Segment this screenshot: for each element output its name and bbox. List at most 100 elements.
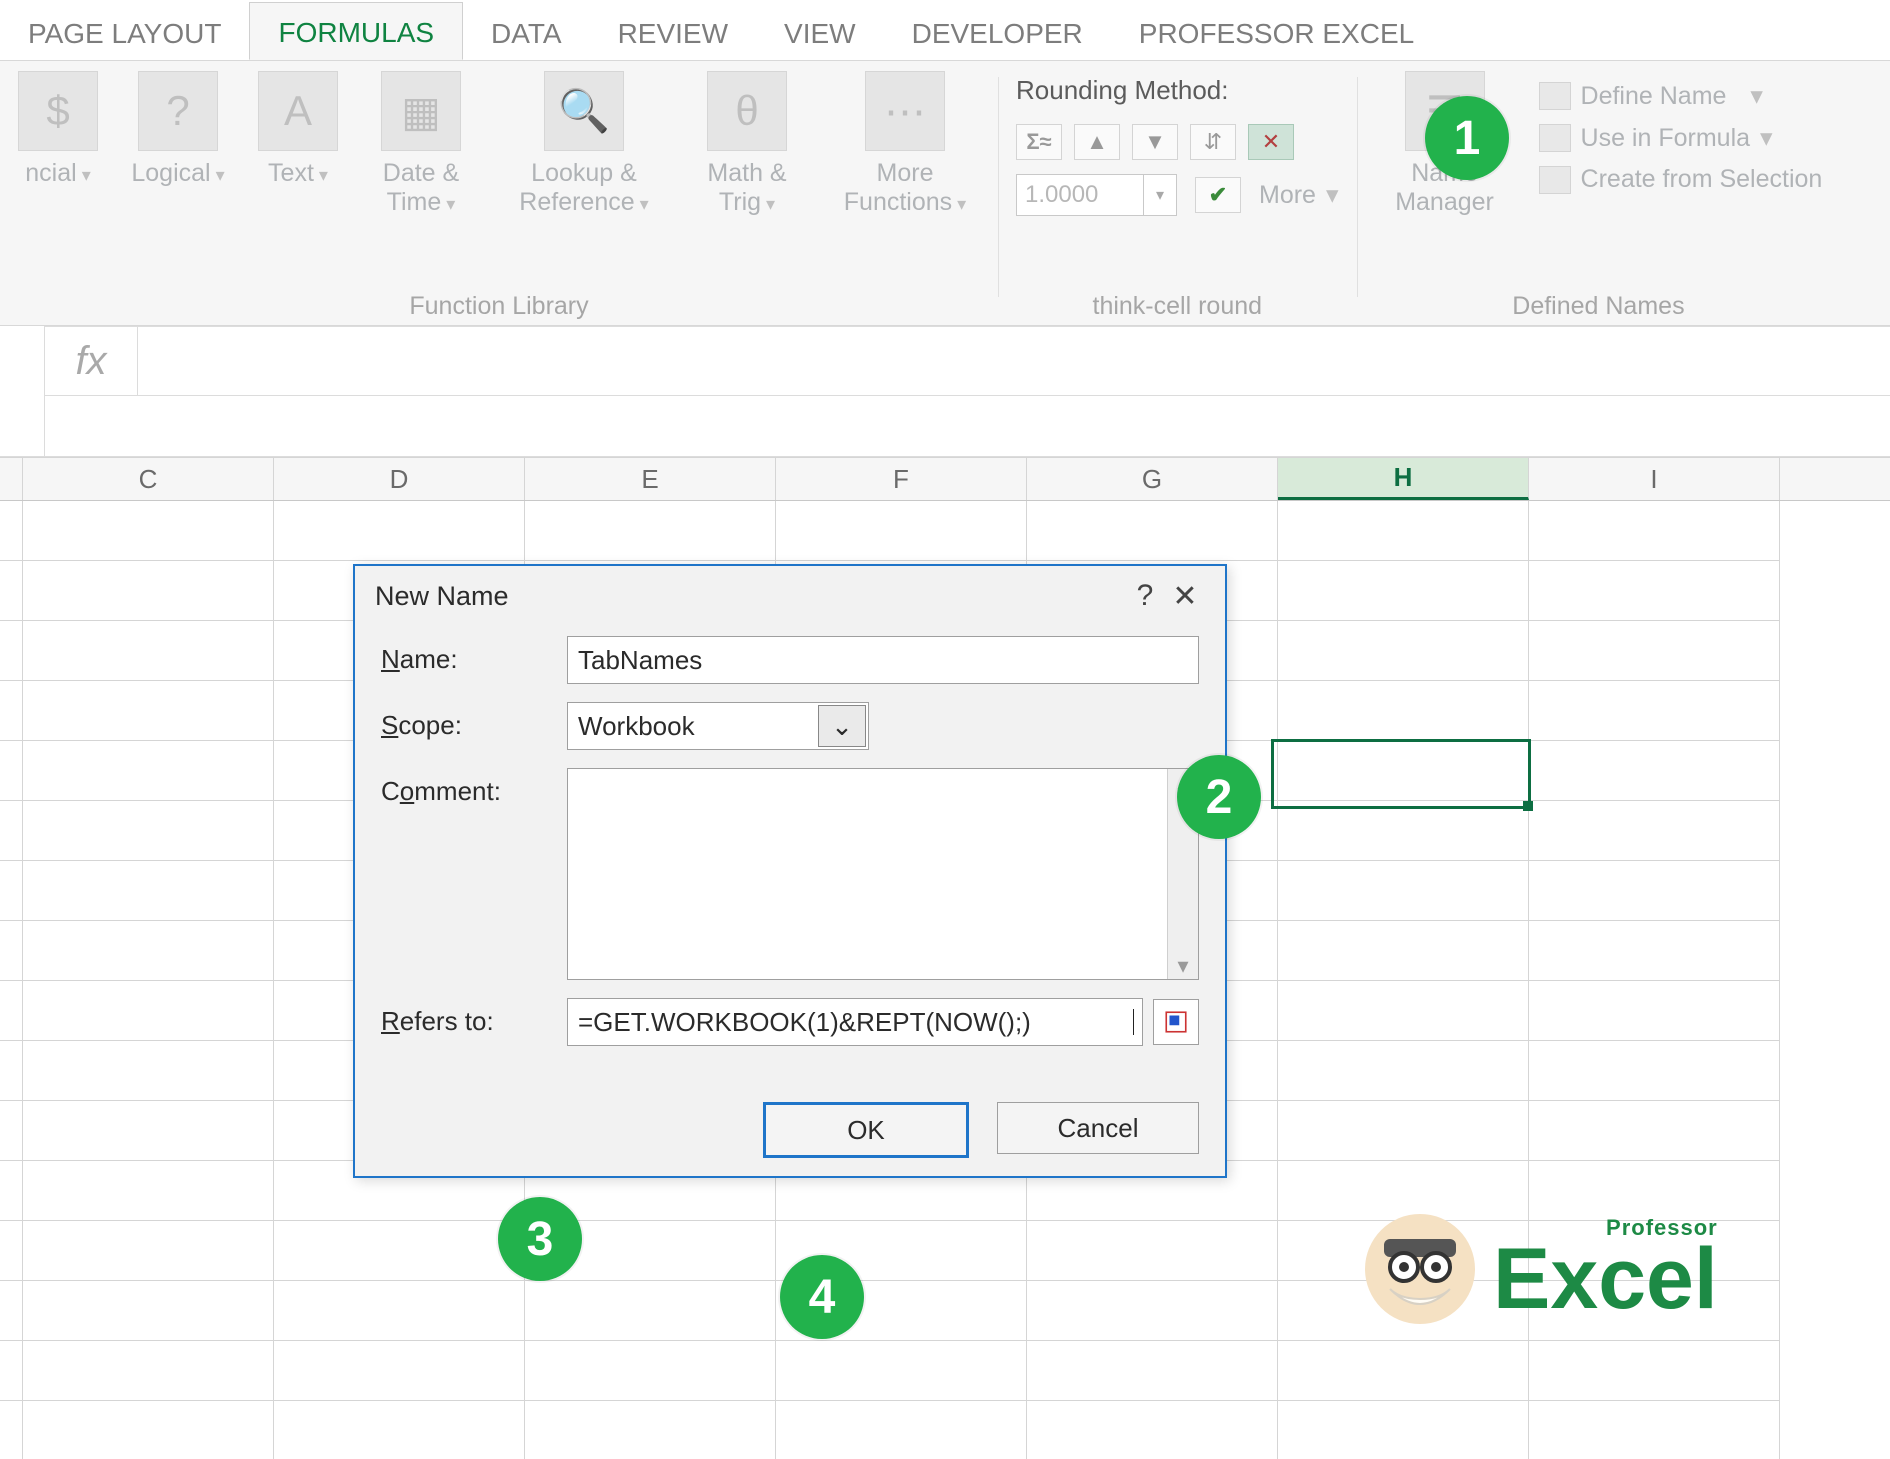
cell[interactable]: [1027, 1221, 1278, 1281]
cell[interactable]: [274, 501, 525, 561]
cell[interactable]: [23, 741, 274, 801]
cell[interactable]: [1278, 501, 1529, 561]
cell[interactable]: [525, 501, 776, 561]
cell[interactable]: [1529, 1161, 1780, 1221]
dialog-close-button[interactable]: ✕: [1165, 579, 1205, 614]
scope-select[interactable]: Workbook ⌄: [567, 702, 869, 750]
cell[interactable]: [23, 981, 274, 1041]
cell[interactable]: [1529, 801, 1780, 861]
dialog-titlebar[interactable]: New Name ? ✕: [355, 566, 1225, 626]
cell[interactable]: [23, 1221, 274, 1281]
rounding-precision-input[interactable]: [1017, 175, 1143, 215]
cell[interactable]: [274, 1401, 525, 1459]
cell[interactable]: [1529, 1341, 1780, 1401]
tab-formulas[interactable]: FORMULAS: [249, 2, 463, 60]
cell[interactable]: [776, 1401, 1027, 1459]
cell[interactable]: [274, 1221, 525, 1281]
comment-textarea[interactable]: ▴▾: [567, 768, 1199, 980]
col-H[interactable]: H: [1278, 458, 1529, 500]
range-picker-button[interactable]: [1153, 999, 1199, 1045]
tab-developer[interactable]: DEVELOPER: [884, 4, 1111, 60]
cell[interactable]: [1278, 921, 1529, 981]
cell[interactable]: [1278, 1041, 1529, 1101]
refers-to-input[interactable]: =GET.WORKBOOK(1)&REPT(NOW();): [567, 998, 1143, 1046]
cell[interactable]: [23, 681, 274, 741]
cell[interactable]: [525, 1281, 776, 1341]
cell[interactable]: [23, 921, 274, 981]
cell[interactable]: [23, 621, 274, 681]
cell[interactable]: [23, 1101, 274, 1161]
cell[interactable]: [274, 1281, 525, 1341]
cell[interactable]: [1278, 741, 1529, 801]
cell[interactable]: [23, 861, 274, 921]
cell[interactable]: [23, 1041, 274, 1101]
formula-input[interactable]: [138, 326, 1890, 396]
cell[interactable]: [23, 1341, 274, 1401]
more-functions-button[interactable]: ⋯ More Functions: [830, 71, 980, 217]
col-I[interactable]: I: [1529, 458, 1780, 500]
rounding-precision-combo[interactable]: ▾: [1016, 174, 1177, 216]
cell[interactable]: [1529, 741, 1780, 801]
cancel-button[interactable]: Cancel: [997, 1102, 1199, 1154]
dialog-help-button[interactable]: ?: [1125, 579, 1165, 613]
cell[interactable]: [1529, 501, 1780, 561]
cell[interactable]: [23, 1161, 274, 1221]
col-F[interactable]: F: [776, 458, 1027, 500]
cell[interactable]: [1529, 1101, 1780, 1161]
create-from-selection-button[interactable]: Create from Selection: [1539, 165, 1823, 194]
cell[interactable]: [23, 501, 274, 561]
cell[interactable]: [1278, 1101, 1529, 1161]
col-G[interactable]: G: [1027, 458, 1278, 500]
cell[interactable]: [1278, 1161, 1529, 1221]
cell[interactable]: [23, 1281, 274, 1341]
cell[interactable]: [1529, 981, 1780, 1041]
lookup-reference-button[interactable]: 🔍 Lookup & Reference: [504, 71, 664, 217]
fx-icon[interactable]: fx: [45, 326, 138, 396]
cell[interactable]: [1278, 561, 1529, 621]
cell[interactable]: [274, 1341, 525, 1401]
math-trig-button[interactable]: θ Math & Trig: [692, 71, 802, 217]
text-button[interactable]: A Text: [258, 71, 338, 188]
date-time-button[interactable]: ▦ Date & Time: [366, 71, 476, 217]
round-up-icon[interactable]: ▲: [1074, 124, 1120, 160]
cell[interactable]: [1529, 561, 1780, 621]
tab-view[interactable]: VIEW: [756, 4, 884, 60]
col-C[interactable]: C: [23, 458, 274, 500]
round-down-icon[interactable]: ▼: [1132, 124, 1178, 160]
cell[interactable]: [1278, 861, 1529, 921]
cell[interactable]: [1529, 921, 1780, 981]
round-updown-icon[interactable]: ⇵: [1190, 124, 1236, 160]
cell[interactable]: [1529, 1401, 1780, 1459]
logical-button[interactable]: ? Logical: [126, 71, 230, 188]
round-remove-icon[interactable]: ✕: [1248, 124, 1294, 160]
cell[interactable]: [1278, 621, 1529, 681]
round-apply-button[interactable]: ✔: [1195, 177, 1241, 213]
define-name-button[interactable]: Define Name ▾: [1539, 81, 1823, 111]
cell[interactable]: [1278, 1341, 1529, 1401]
cell[interactable]: [1529, 1041, 1780, 1101]
cell[interactable]: [1278, 1401, 1529, 1459]
cell[interactable]: [1027, 1401, 1278, 1459]
cell[interactable]: [1529, 861, 1780, 921]
round-sum-icon[interactable]: Σ≈: [1016, 124, 1062, 160]
use-in-formula-button[interactable]: Use in Formula ▾: [1539, 123, 1823, 153]
cell[interactable]: [23, 1401, 274, 1459]
cell[interactable]: [776, 501, 1027, 561]
tab-data[interactable]: DATA: [463, 4, 590, 60]
tab-page-layout[interactable]: PAGE LAYOUT: [0, 4, 249, 60]
cell[interactable]: [525, 1401, 776, 1459]
cell[interactable]: [1027, 1281, 1278, 1341]
cell[interactable]: [1529, 621, 1780, 681]
tab-review[interactable]: REVIEW: [590, 4, 756, 60]
cell[interactable]: [1278, 801, 1529, 861]
cell[interactable]: [23, 801, 274, 861]
chevron-down-icon[interactable]: ▾: [1143, 175, 1176, 215]
cell[interactable]: [1027, 1341, 1278, 1401]
name-input[interactable]: TabNames: [567, 636, 1199, 684]
cell[interactable]: [1278, 681, 1529, 741]
scroll-down-icon[interactable]: ▾: [1177, 953, 1188, 979]
col-E[interactable]: E: [525, 458, 776, 500]
tab-professor-excel[interactable]: PROFESSOR EXCEL: [1111, 4, 1442, 60]
chevron-down-icon[interactable]: ⌄: [818, 705, 866, 747]
cell[interactable]: [525, 1341, 776, 1401]
